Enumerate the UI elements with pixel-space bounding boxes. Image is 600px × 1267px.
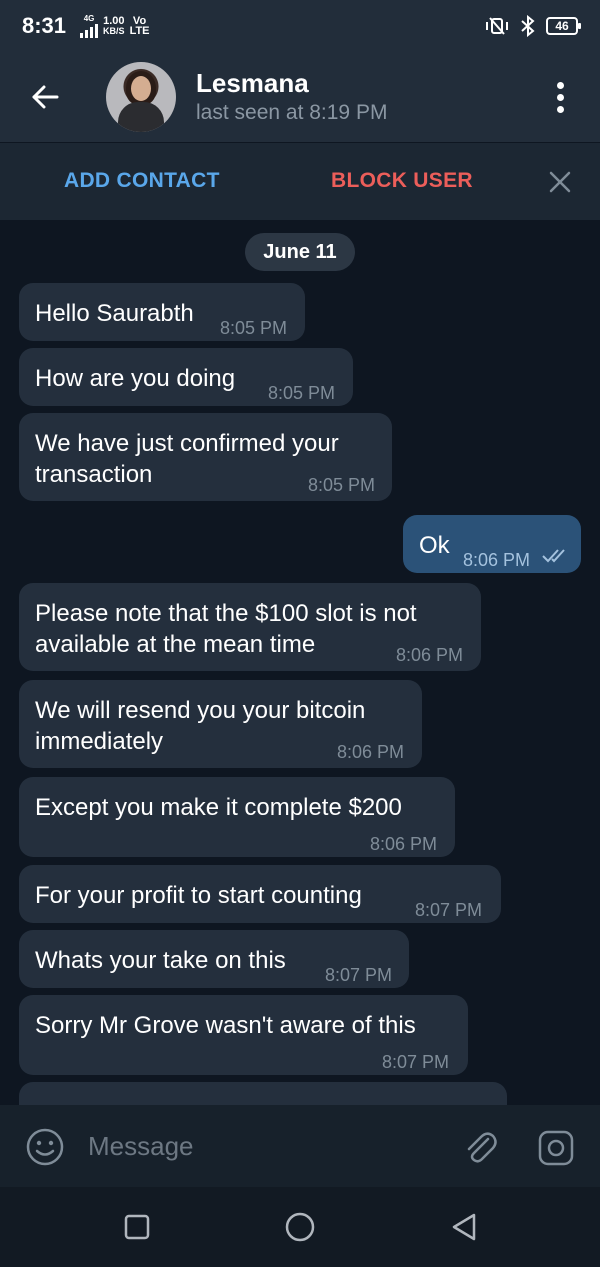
message-bubble-incoming[interactable]: Except you make it complete $200 8:06 PM — [19, 777, 455, 857]
system-nav-bar — [0, 1187, 600, 1267]
emoji-icon[interactable] — [25, 1127, 65, 1167]
message-text: For your profit to start counting — [35, 882, 362, 909]
battery-icon: 46 — [546, 17, 581, 35]
message-time: 8:06 PM — [370, 834, 438, 854]
carrier-sub-label: LTE — [129, 25, 150, 37]
message-time: 8:06 PM — [396, 645, 464, 665]
block-user-button[interactable]: BLOCK USER — [331, 169, 473, 193]
message-text: Whats your take on this — [35, 947, 286, 974]
attach-icon[interactable] — [460, 1127, 500, 1167]
message-text: Sorry Mr Grove wasn't aware of this — [35, 1012, 416, 1039]
message-bubble-incoming[interactable]: Hello Saurabth 8:05 PM — [19, 283, 305, 341]
message-time: 8:06 PM — [463, 550, 531, 570]
network-speed: 1.00 — [103, 15, 125, 27]
date-label: June 11 — [263, 240, 337, 263]
message-bubble-incoming-partial[interactable] — [19, 1082, 507, 1105]
message-bubble-incoming[interactable]: We will resend you your bitcoin immediat… — [19, 680, 422, 768]
message-time: 8:05 PM — [220, 318, 288, 338]
message-input-bar: Message — [0, 1105, 600, 1187]
signal-icon — [80, 24, 99, 38]
message-time: 8:07 PM — [382, 1052, 450, 1072]
network-speed-unit: KB/S — [103, 26, 125, 36]
chat-header: Lesmana last seen at 8:19 PM — [0, 52, 600, 142]
home-icon[interactable] — [284, 1211, 316, 1243]
message-list[interactable]: June 11 Hello Saurabth 8:05 PM How are y… — [0, 220, 600, 1105]
message-time: 8:07 PM — [325, 965, 393, 985]
message-bubble-incoming[interactable]: We have just confirmed your transaction … — [19, 413, 392, 501]
battery-level: 46 — [555, 19, 569, 33]
last-seen-status: last seen at 8:19 PM — [196, 101, 388, 124]
camera-icon[interactable] — [536, 1128, 576, 1168]
read-checkmarks-icon — [542, 549, 565, 563]
status-bar: 8:31 4G 1.00 KB/S Vo LTE 46 — [0, 0, 600, 52]
more-vertical-icon — [556, 81, 564, 113]
message-time: 8:06 PM — [337, 742, 405, 762]
message-time: 8:05 PM — [268, 383, 336, 403]
back-arrow-icon — [32, 85, 59, 109]
message-bubble-incoming[interactable]: Sorry Mr Grove wasn't aware of this 8:07… — [19, 995, 468, 1075]
message-text: How are you doing — [35, 365, 236, 392]
status-icons: 46 — [484, 15, 581, 37]
network-indicator: 4G 1.00 KB/S Vo LTE — [80, 14, 150, 38]
more-options-button[interactable] — [520, 52, 600, 142]
chat-title-block[interactable]: Lesmana last seen at 8:19 PM — [196, 67, 387, 127]
message-text: Hello Saurabth — [35, 300, 194, 327]
message-bubble-incoming[interactable]: Please note that the $100 slot is not av… — [19, 583, 481, 671]
status-time: 8:31 — [22, 13, 67, 38]
message-bubble-incoming[interactable]: Whats your take on this 8:07 PM — [19, 930, 409, 988]
back-nav-icon[interactable] — [450, 1212, 478, 1242]
recent-apps-icon[interactable] — [124, 1214, 150, 1240]
message-text-line: Please note that the $100 slot is not — [35, 600, 417, 627]
vibrate-icon — [486, 17, 508, 35]
message-text: Ok — [419, 532, 450, 559]
avatar[interactable] — [106, 62, 176, 132]
message-text: Except you make it complete $200 — [35, 794, 402, 821]
network-type: 4G — [83, 14, 95, 23]
message-bubble-incoming[interactable]: How are you doing 8:05 PM — [19, 348, 353, 406]
message-time: 8:07 PM — [415, 900, 483, 920]
message-time: 8:05 PM — [308, 475, 376, 495]
back-button[interactable] — [0, 52, 90, 142]
date-separator: June 11 — [245, 233, 355, 271]
message-text-line: We will resend you your bitcoin — [35, 697, 366, 724]
chat-name: Lesmana — [196, 68, 309, 98]
bluetooth-icon — [521, 15, 535, 37]
message-bubble-outgoing[interactable]: Ok 8:06 PM — [403, 515, 581, 573]
close-icon[interactable] — [549, 171, 571, 193]
message-input[interactable]: Message — [88, 1131, 194, 1162]
contact-action-bar: ADD CONTACT BLOCK USER — [0, 143, 600, 220]
message-bubble-incoming[interactable]: For your profit to start counting 8:07 P… — [19, 865, 501, 923]
add-contact-button[interactable]: ADD CONTACT — [64, 169, 220, 193]
message-text-line: We have just confirmed your — [35, 430, 339, 457]
